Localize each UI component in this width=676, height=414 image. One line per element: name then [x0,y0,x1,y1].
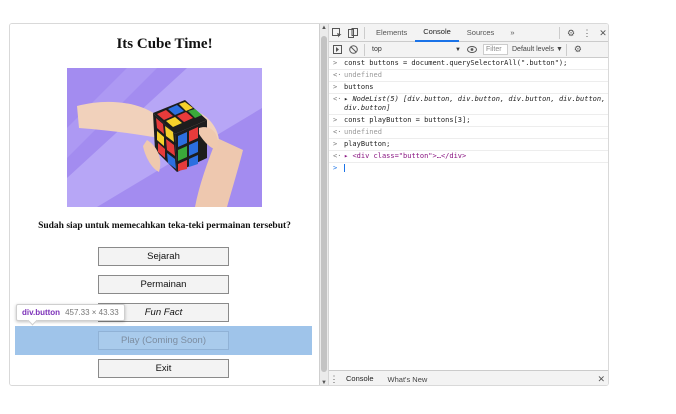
console-line-result: <· undefined [329,70,608,82]
sejarah-button[interactable]: Sejarah [98,247,229,266]
page-scrollbar[interactable]: ▲ ▼ [320,24,329,385]
kebab-menu-icon[interactable]: ⋮ [579,24,595,42]
tab-separator [559,27,560,39]
prompt-chevron-icon: > [333,140,338,148]
toolbar-separator [565,43,567,56]
rubiks-cube-image [67,68,262,207]
nodelist-preview[interactable]: NodeList(5) [div.button, div.button, div… [344,95,605,112]
context-select-value: top [372,46,382,53]
inspect-highlight-overlay: Play (Coming Soon) [15,326,312,355]
console-result-text: undefined [344,71,382,79]
exit-button[interactable]: Exit [98,359,229,378]
tab-elements[interactable]: Elements [368,24,415,42]
devtools-tabbar: Elements Console Sources » ⚙ ⋮ ✕ [329,24,608,42]
console-prompt[interactable]: > [329,163,608,174]
text-cursor [344,164,345,172]
permainan-button[interactable]: Permainan [98,275,229,294]
console-line-input: > const buttons = document.querySelector… [329,58,608,70]
console-line-object[interactable]: <· ▸ NodeList(5) [div.button, div.button… [329,94,608,115]
prompt-chevron-icon: > [333,83,338,91]
devtools-drawer: ⋮ Console What's New ✕ [329,370,608,386]
drawer-tab-whats-new[interactable]: What's New [381,371,435,386]
chevron-down-icon: ▼ [455,46,461,53]
console-line-input: > playButton; [329,139,608,151]
drawer-tab-console[interactable]: Console [339,371,381,386]
sidebar-toggle-icon[interactable] [329,41,345,59]
prompt-chevron-icon: > [333,116,338,124]
console-input-text: const buttons = document.querySelectorAl… [344,59,568,67]
play-coming-soon-button[interactable]: Play (Coming Soon) [98,331,229,350]
tab-sources[interactable]: Sources [459,24,503,42]
cube-illustration [67,68,262,207]
question-text: Sudah siap untuk memecahkan teka-teki pe… [38,221,291,231]
filter-input[interactable]: Filter [483,44,508,55]
device-toolbar-icon[interactable] [345,24,361,42]
tab-console[interactable]: Console [415,24,459,42]
console-line-result: <· undefined [329,127,608,139]
prompt-chevron-icon: > [333,164,338,172]
page-viewport: Its Cube Time! Sudah siap untuk memecahk… [10,24,319,385]
console-input-text: const playButton = buttons[3]; [344,116,471,124]
page-title: Its Cube Time! [116,36,213,52]
devtools-main: Elements Console Sources » ⚙ ⋮ ✕ top ▼ F… [329,24,608,386]
console-toolbar: top ▼ Filter Default levels ▼ ⚙ [329,41,608,59]
element-inspect-tooltip: div.button 457.33 × 43.33 [16,304,125,321]
console-input-text: playButton; [344,140,391,148]
close-drawer-icon[interactable]: ✕ [597,374,605,385]
console-output[interactable]: > const buttons = document.querySelector… [329,58,608,364]
console-line-input: > buttons [329,82,608,94]
eye-icon[interactable] [464,41,480,59]
console-result-text: undefined [344,128,382,136]
tooltip-selector: div.button [22,308,61,317]
tooltip-dimensions: 457.33 × 43.33 [65,308,119,317]
console-line-element[interactable]: <· ▸ <div class="button">…</div> [329,151,608,163]
console-input-text: buttons [344,83,374,91]
more-tabs-button[interactable]: » [502,24,522,42]
scroll-up-arrow-icon[interactable]: ▲ [321,25,327,31]
drawer-menu-icon[interactable]: ⋮ [329,374,339,385]
result-arrow-icon: <· [333,152,342,160]
browser-frame: Its Cube Time! Sudah siap untuk memecahk… [9,23,609,386]
console-settings-gear-icon[interactable]: ⚙ [570,41,586,59]
log-levels-dropdown[interactable]: Default levels ▼ [512,46,563,53]
tab-separator [364,26,365,39]
toolbar-separator [364,43,365,56]
gear-icon[interactable]: ⚙ [563,24,579,42]
devtools-panel: ▲ ▼ Elements Console Sources » ⚙ ⋮ ✕ top… [319,24,608,386]
scroll-down-arrow-icon[interactable]: ▼ [321,380,327,385]
inspect-element-icon[interactable] [329,24,345,42]
context-select[interactable]: top ▼ [368,43,464,56]
result-arrow-icon: <· [333,71,342,79]
result-arrow-icon: <· [333,95,342,103]
scrollbar-thumb[interactable] [321,36,327,372]
prompt-chevron-icon: > [333,59,338,67]
result-arrow-icon: <· [333,128,342,136]
close-icon[interactable]: ✕ [595,24,608,42]
element-preview[interactable]: <div class="button">…</div> [352,152,466,160]
clear-console-icon[interactable] [345,41,361,59]
console-line-input: > const playButton = buttons[3]; [329,115,608,127]
